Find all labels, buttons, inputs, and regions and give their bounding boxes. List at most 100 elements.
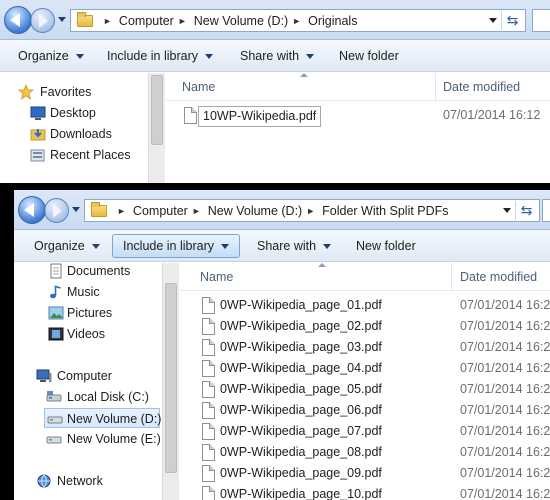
forward-button[interactable] [44,198,69,223]
nav-scrollbar[interactable] [162,263,179,500]
new-folder-button[interactable]: New folder [339,40,399,72]
nav-item-music[interactable]: Music [48,282,160,302]
file-row[interactable]: 0WP-Wikipedia_page_07.pdf 07/01/2014 16:… [180,421,550,442]
refresh-icon[interactable]: ⇆ [501,11,523,30]
sort-ascending-icon [318,263,326,267]
share-with-button[interactable]: Share with [240,40,315,72]
chevron-down-icon [323,244,332,250]
forward-arrow-icon [39,14,48,28]
column-divider[interactable] [451,263,452,291]
nav-item-desktop[interactable]: Desktop [30,103,145,123]
share-with-label: Share with [257,239,317,253]
organize-label: Organize [18,49,69,63]
nav-label: Documents [67,264,131,278]
breadcrumb-computer[interactable]: Computer [119,14,174,28]
file-row[interactable]: 0WP-Wikipedia_page_03.pdf 07/01/2014 16:… [180,337,550,358]
back-button[interactable] [4,6,32,34]
file-row[interactable]: 10WP-Wikipedia.pdf 07/01/2014 16:12 [166,105,550,127]
network-icon [36,473,52,489]
breadcrumb-folder[interactable]: Folder With Split PDFs [322,204,448,218]
include-in-library-label: Include in library [107,49,199,63]
column-header-date-modified[interactable]: Date modified [460,263,537,291]
organize-button[interactable]: Organize [18,40,84,72]
explorer-window-originals: ► Computer ► New Volume (D:) ► Originals… [0,0,550,183]
file-row[interactable]: 0WP-Wikipedia_page_06.pdf 07/01/2014 16:… [180,400,550,421]
file-row[interactable]: 0WP-Wikipedia_page_01.pdf 07/01/2014 16:… [180,295,550,316]
breadcrumb-chevron-icon[interactable]: ► [103,16,112,26]
file-row[interactable]: 0WP-Wikipedia_page_02.pdf 07/01/2014 16:… [180,316,550,337]
nav-label: New Volume (D:) [67,412,162,426]
file-name: 0WP-Wikipedia_page_08.pdf [220,445,382,459]
pdf-file-icon [202,402,215,419]
file-row[interactable]: 0WP-Wikipedia_page_08.pdf 07/01/2014 16:… [180,442,550,463]
column-header-name[interactable]: Name [182,73,215,101]
nav-item-computer[interactable]: Computer [36,366,160,386]
organize-label: Organize [34,239,85,253]
breadcrumb-drive[interactable]: New Volume (D:) [194,14,288,28]
nav-item-recent-places[interactable]: Recent Places [30,145,145,165]
new-folder-button[interactable]: New folder [356,230,416,262]
forward-arrow-icon [53,204,62,218]
breadcrumb-computer[interactable]: Computer [133,204,188,218]
command-bar: Organize Include in library Share with N… [0,40,550,72]
refresh-icon[interactable]: ⇆ [515,201,537,220]
address-dropdown-icon[interactable] [489,18,497,23]
pdf-file-icon [202,297,215,314]
breadcrumb[interactable]: ► Computer ► New Volume (D:) ► Folder Wi… [84,199,540,222]
nav-label: Recent Places [50,148,131,162]
file-row[interactable]: 0WP-Wikipedia_page_04.pdf 07/01/2014 16:… [180,358,550,379]
recent-pages-dropdown-icon[interactable] [58,17,66,22]
nav-item-network[interactable]: Network [36,471,160,491]
nav-item-favorites[interactable]: Favorites [17,82,143,102]
nav-item-new-volume-d[interactable]: New Volume (D:) [44,408,162,428]
nav-label: Local Disk (C:) [67,390,149,404]
column-header-date-modified[interactable]: Date modified [443,73,520,101]
nav-item-downloads[interactable]: Downloads [30,124,145,144]
breadcrumb-chevron-icon[interactable]: ► [306,206,315,216]
back-button[interactable] [18,196,46,224]
breadcrumb-chevron-icon[interactable]: ► [178,16,187,26]
pdf-file-icon [202,360,215,377]
nav-scrollbar-thumb[interactable] [165,283,177,473]
back-arrow-icon [10,13,20,27]
nav-scrollbar-thumb[interactable] [151,75,163,145]
breadcrumb-chevron-icon[interactable]: ► [192,206,201,216]
nav-item-new-volume-e[interactable]: New Volume (E:) [46,429,161,449]
nav-item-videos[interactable]: Videos [48,324,160,344]
computer-icon [36,368,52,384]
breadcrumb-chevron-icon[interactable]: ► [117,206,126,216]
column-divider[interactable] [435,73,436,101]
include-in-library-button[interactable]: Include in library [112,234,241,258]
file-row[interactable]: 0WP-Wikipedia_page_05.pdf 07/01/2014 16:… [180,379,550,400]
address-bar: ► Computer ► New Volume (D:) ► Folder Wi… [14,190,550,230]
breadcrumb[interactable]: ► Computer ► New Volume (D:) ► Originals… [70,9,526,32]
nav-item-documents[interactable]: Documents [48,263,160,281]
file-date: 07/01/2014 16:26 [460,466,550,480]
pdf-file-icon [202,339,215,356]
search-input[interactable] [542,199,550,222]
pictures-icon [48,305,64,321]
address-bar: ► Computer ► New Volume (D:) ► Originals… [0,0,550,40]
file-row[interactable]: 0WP-Wikipedia_page_10.pdf 07/01/2014 16:… [180,484,550,500]
breadcrumb-drive[interactable]: New Volume (D:) [208,204,302,218]
breadcrumb-folder[interactable]: Originals [308,14,357,28]
recent-pages-dropdown-icon[interactable] [72,207,80,212]
search-input[interactable] [532,9,550,32]
include-in-library-button[interactable]: Include in library [107,40,214,72]
file-date: 07/01/2014 16:26 [460,298,550,312]
nav-scrollbar[interactable] [148,73,165,183]
organize-button[interactable]: Organize [34,230,100,262]
nav-label: Pictures [67,306,113,320]
column-header-name[interactable]: Name [200,263,233,291]
share-with-button[interactable]: Share with [257,230,332,262]
new-folder-label: New folder [356,239,416,253]
folder-icon [91,201,107,217]
nav-item-pictures[interactable]: Pictures [48,303,160,323]
file-row[interactable]: 0WP-Wikipedia_page_09.pdf 07/01/2014 16:… [180,463,550,484]
breadcrumb-chevron-icon[interactable]: ► [292,16,301,26]
forward-button[interactable] [30,8,55,33]
address-dropdown-icon[interactable] [503,208,511,213]
nav-item-local-disk-c[interactable]: Local Disk (C:) [46,387,160,407]
file-date: 07/01/2014 16:26 [460,403,550,417]
file-name: 0WP-Wikipedia_page_03.pdf [220,340,382,354]
